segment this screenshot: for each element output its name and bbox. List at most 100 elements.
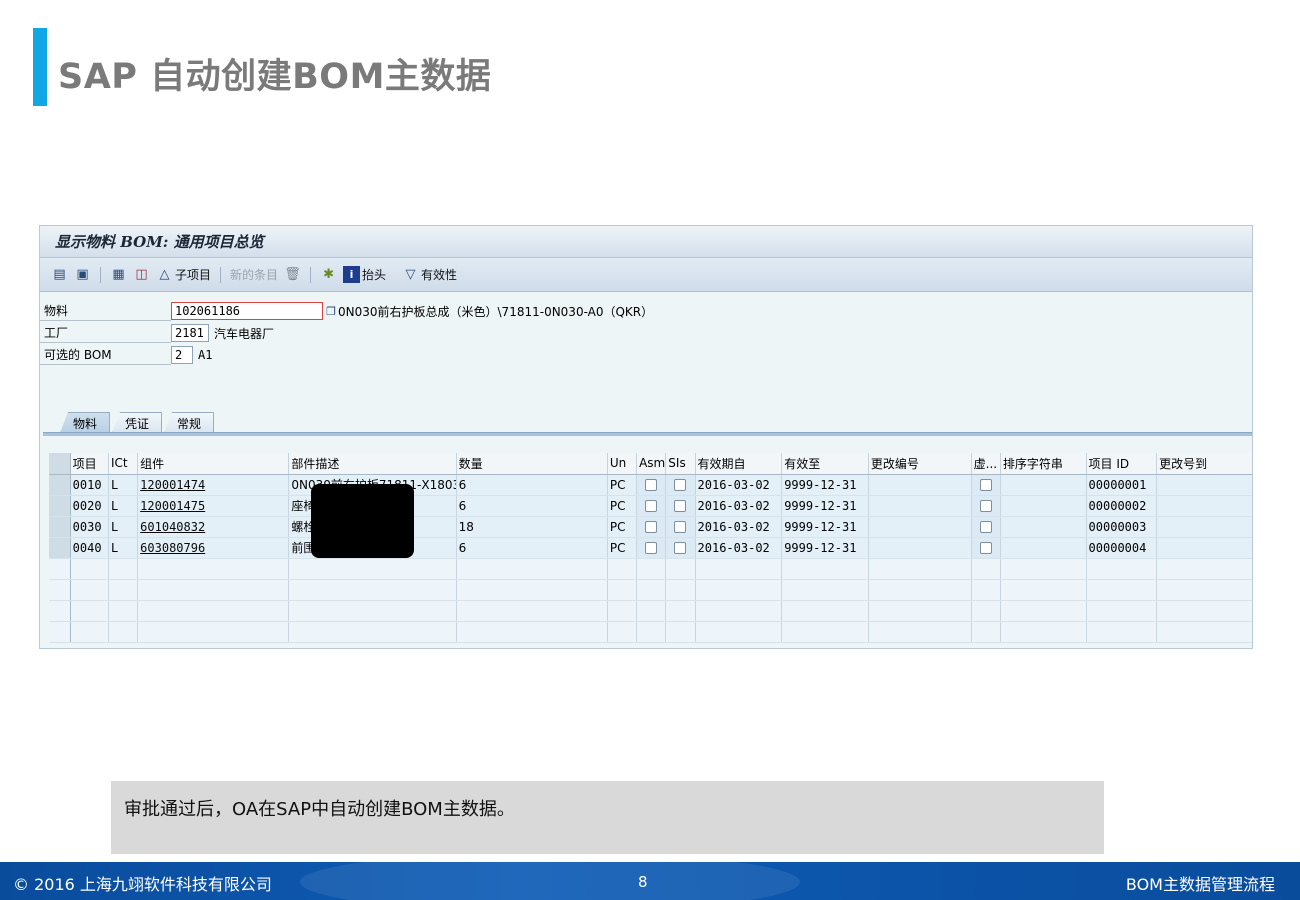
empty-cell[interactable]	[607, 579, 638, 601]
change-number-cell[interactable]	[868, 537, 972, 559]
column-header[interactable]: 虚...	[971, 453, 1001, 475]
checkbox[interactable]	[979, 500, 992, 512]
empty-cell[interactable]	[108, 621, 139, 643]
row-selector[interactable]	[49, 579, 71, 601]
empty-cell[interactable]	[1156, 621, 1252, 643]
empty-cell[interactable]	[636, 621, 667, 643]
checkbox[interactable]	[674, 521, 687, 533]
item-id-cell[interactable]: 00000002	[1086, 495, 1158, 517]
alt-bom-field[interactable]: 2	[171, 346, 193, 364]
empty-cell[interactable]	[1000, 600, 1087, 622]
component-number-link[interactable]: 601040832	[140, 520, 205, 534]
sort-string-cell[interactable]	[1000, 495, 1087, 517]
list-icon[interactable]: ▣	[74, 266, 91, 283]
component-number-link[interactable]: 120001474	[140, 478, 205, 492]
tab-document[interactable]: 凭证	[112, 412, 163, 433]
checkbox[interactable]	[645, 542, 658, 554]
delete-icon[interactable]: 🗑	[284, 266, 301, 283]
detail-icon[interactable]: ▤	[51, 266, 68, 283]
checkbox[interactable]	[979, 521, 992, 533]
empty-cell[interactable]	[695, 579, 783, 601]
empty-cell[interactable]	[1156, 579, 1252, 601]
empty-cell[interactable]	[1086, 600, 1158, 622]
empty-row[interactable]	[49, 558, 1252, 580]
empty-cell[interactable]	[1156, 558, 1252, 580]
item-id-cell[interactable]: 00000004	[1086, 537, 1158, 559]
empty-cell[interactable]	[288, 558, 457, 580]
material-field[interactable]: 102061186	[171, 302, 323, 320]
change-number-to-cell[interactable]	[1156, 516, 1252, 538]
header-button[interactable]: i 抬头	[343, 266, 386, 283]
empty-cell[interactable]	[137, 579, 290, 601]
checkbox[interactable]	[645, 500, 658, 512]
change-number-to-cell[interactable]	[1156, 474, 1252, 496]
row-selector[interactable]	[49, 537, 71, 559]
empty-row[interactable]	[49, 621, 1252, 643]
empty-cell[interactable]	[868, 600, 972, 622]
table-row[interactable]: 0020 L 120001475 座椅 6 PC 2016-03-02 9999-12-31 0…	[49, 495, 1252, 517]
empty-cell[interactable]	[456, 579, 608, 601]
quantity-cell[interactable]: 6	[456, 474, 608, 496]
empty-cell[interactable]	[456, 558, 608, 580]
empty-cell[interactable]	[108, 600, 139, 622]
row-selector[interactable]	[49, 558, 71, 580]
empty-cell[interactable]	[70, 621, 109, 643]
empty-cell[interactable]	[456, 600, 608, 622]
print-icon[interactable]: ◫	[133, 266, 150, 283]
tab-general[interactable]: 常规	[164, 412, 215, 433]
empty-row[interactable]	[49, 579, 1252, 601]
empty-cell[interactable]	[108, 558, 139, 580]
table-row[interactable]: 0030 L 601040832 螺栓 18 PC 2016-03-02 9999-12-31…	[49, 516, 1252, 538]
unit-cell[interactable]: PC	[607, 516, 638, 538]
empty-cell[interactable]	[868, 558, 972, 580]
item-category-cell[interactable]: L	[108, 516, 139, 538]
column-header[interactable]: 有效至	[781, 453, 869, 475]
item-category-cell[interactable]: L	[108, 474, 139, 496]
empty-cell[interactable]	[636, 600, 667, 622]
empty-cell[interactable]	[70, 600, 109, 622]
checkbox[interactable]	[645, 521, 658, 533]
select-all-cell[interactable]	[49, 453, 71, 475]
table-row[interactable]: 0040L603080796前围026PC2016-03-029999-12-3…	[49, 537, 1252, 559]
column-header[interactable]: Asm	[636, 453, 667, 475]
sort-string-cell[interactable]	[1000, 537, 1087, 559]
component-number-link[interactable]: 603080796	[140, 541, 205, 555]
column-header[interactable]: 项目	[70, 453, 109, 475]
empty-cell[interactable]	[607, 558, 638, 580]
empty-cell[interactable]	[868, 621, 972, 643]
empty-cell[interactable]	[1086, 579, 1158, 601]
empty-cell[interactable]	[781, 558, 869, 580]
empty-cell[interactable]	[665, 579, 696, 601]
checkbox[interactable]	[674, 500, 687, 512]
valid-from-cell[interactable]: 2016-03-02	[695, 474, 783, 496]
empty-cell[interactable]	[781, 600, 869, 622]
column-header[interactable]: 排序字符串	[1000, 453, 1087, 475]
empty-cell[interactable]	[695, 600, 783, 622]
unit-cell[interactable]: PC	[607, 495, 638, 517]
checkbox[interactable]	[645, 479, 658, 491]
quantity-cell[interactable]: 6	[456, 495, 608, 517]
empty-cell[interactable]	[971, 558, 1001, 580]
column-header[interactable]: ICt	[108, 453, 139, 475]
empty-cell[interactable]	[137, 621, 290, 643]
valid-from-cell[interactable]: 2016-03-02	[695, 495, 783, 517]
column-header[interactable]: 更改号到	[1156, 453, 1252, 475]
component-number-link[interactable]: 120001475	[140, 499, 205, 513]
empty-cell[interactable]	[456, 621, 608, 643]
empty-cell[interactable]	[636, 558, 667, 580]
empty-cell[interactable]	[695, 558, 783, 580]
row-selector[interactable]	[49, 516, 71, 538]
empty-cell[interactable]	[70, 579, 109, 601]
change-number-cell[interactable]	[868, 495, 972, 517]
row-selector[interactable]	[49, 474, 71, 496]
empty-cell[interactable]	[665, 600, 696, 622]
valid-from-cell[interactable]: 2016-03-02	[695, 537, 783, 559]
empty-cell[interactable]	[781, 579, 869, 601]
empty-cell[interactable]	[695, 621, 783, 643]
where-used-icon[interactable]: ✱	[320, 266, 337, 283]
empty-cell[interactable]	[1000, 558, 1087, 580]
empty-cell[interactable]	[70, 558, 109, 580]
row-selector[interactable]	[49, 600, 71, 622]
empty-cell[interactable]	[288, 621, 457, 643]
column-header[interactable]: 项目 ID	[1086, 453, 1158, 475]
